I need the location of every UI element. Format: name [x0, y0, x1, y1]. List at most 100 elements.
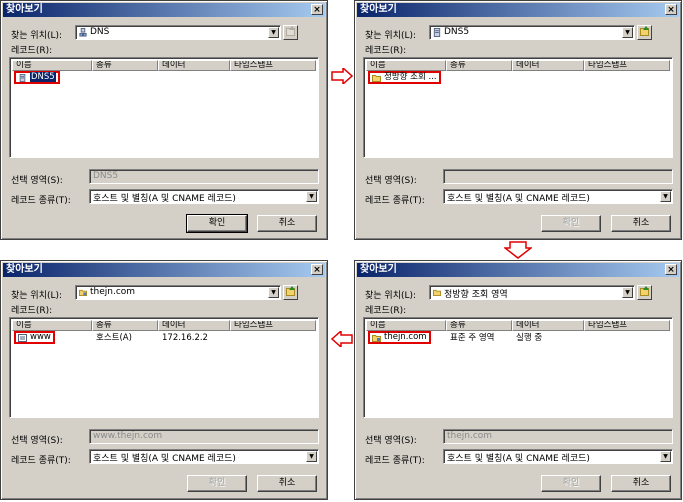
cancel-button[interactable]: 취소	[611, 475, 671, 492]
cancel-button[interactable]: 취소	[611, 215, 671, 232]
column-header-timestamp[interactable]: 타임스탬프	[584, 320, 670, 331]
location-value: thejn.com	[90, 287, 136, 297]
close-icon: ×	[313, 265, 321, 275]
column-header-timestamp[interactable]: 타임스탬프	[230, 320, 316, 331]
chevron-down-icon[interactable]: ▼	[268, 27, 279, 38]
record-type-value: 호스트 및 별칭(A 및 CNAME 레코드)	[447, 454, 590, 464]
record-type-select[interactable]: 호스트 및 별칭(A 및 CNAME 레코드) ▼	[443, 449, 673, 464]
dialog-title: 찾아보기	[360, 264, 397, 275]
record-type-label: 레코드 종류(T):	[365, 196, 425, 206]
flow-arrow-down	[504, 241, 532, 259]
location-combobox[interactable]: DNS ▼	[75, 25, 281, 40]
close-button[interactable]: ×	[665, 264, 677, 275]
column-header-data[interactable]: 데이터	[512, 60, 584, 71]
selection-field[interactable]: DNS5	[89, 169, 319, 184]
column-header-name[interactable]: 이름	[366, 60, 446, 71]
close-icon: ×	[667, 5, 675, 15]
dialog-title: 찾아보기	[6, 4, 43, 15]
column-header-timestamp[interactable]: 타임스탬프	[230, 60, 316, 71]
flow-arrow-left	[331, 331, 353, 347]
location-combobox[interactable]: thejn.com ▼	[75, 285, 281, 300]
selection-label: 선택 영역(S):	[11, 436, 63, 446]
chevron-down-icon[interactable]: ▼	[622, 287, 633, 298]
location-label: 찾는 위치(L):	[11, 31, 63, 41]
folder-up-icon	[286, 286, 295, 296]
ok-button[interactable]: 확인	[541, 215, 601, 232]
list-item[interactable]: DNS5	[14, 71, 60, 84]
list-item-name: DNS5	[30, 72, 56, 82]
up-one-level-button[interactable]	[637, 285, 652, 300]
column-header-name[interactable]: 이름	[12, 60, 92, 71]
list-item[interactable]: thejn.com	[368, 331, 431, 344]
column-header-data[interactable]: 데이터	[158, 320, 230, 331]
close-button[interactable]: ×	[311, 4, 323, 15]
dialog-titlebar[interactable]: 찾아보기 ×	[357, 263, 679, 277]
folder-up-icon	[640, 286, 649, 296]
selection-field[interactable]: www.thejn.com	[89, 429, 319, 444]
cancel-button[interactable]: 취소	[257, 475, 317, 492]
chevron-down-icon[interactable]: ▼	[306, 191, 317, 202]
chevron-down-icon[interactable]: ▼	[622, 27, 633, 38]
column-header-type[interactable]: 종류	[92, 320, 158, 331]
up-one-level-button[interactable]	[283, 25, 298, 40]
location-value: DNS5	[444, 27, 470, 37]
column-header-type[interactable]: 종류	[446, 60, 512, 71]
record-type-label: 레코드 종류(T):	[11, 456, 71, 466]
column-header-name[interactable]: 이름	[12, 320, 92, 331]
dialog-title: 찾아보기	[6, 264, 43, 275]
column-header-timestamp[interactable]: 타임스탬프	[584, 60, 670, 71]
up-one-level-button[interactable]	[637, 25, 652, 40]
location-combobox[interactable]: 정방향 조회 영역 ▼	[429, 285, 635, 300]
selection-value: thejn.com	[447, 431, 493, 441]
column-header-type[interactable]: 종류	[446, 320, 512, 331]
records-label: 레코드(R):	[365, 46, 407, 56]
list-item-data: 172.16.2.2	[162, 333, 208, 343]
browse-dialog: 찾아보기 × 찾는 위치(L): 정방향 조회 영역 ▼ 레코드(R): 이름 …	[354, 260, 682, 500]
location-label: 찾는 위치(L):	[11, 291, 63, 301]
dialog-title: 찾아보기	[360, 4, 397, 15]
up-one-level-button[interactable]	[283, 285, 298, 300]
selection-value: www.thejn.com	[93, 431, 163, 441]
dialog-titlebar[interactable]: 찾아보기 ×	[357, 3, 679, 17]
records-list[interactable]: 이름 종류 데이터 타임스탬프 정방향 조회 ...	[363, 57, 673, 158]
location-combobox[interactable]: DNS5 ▼	[429, 25, 635, 40]
record-type-select[interactable]: 호스트 및 별칭(A 및 CNAME 레코드) ▼	[89, 449, 319, 464]
record-type-label: 레코드 종류(T):	[11, 196, 71, 206]
chevron-down-icon[interactable]: ▼	[306, 451, 317, 462]
records-list[interactable]: 이름 종류 데이터 타임스탬프 www 호스트(A) 172.16.2.2	[9, 317, 319, 418]
records-list[interactable]: 이름 종류 데이터 타임스탬프 DNS5	[9, 57, 319, 158]
selection-label: 선택 영역(S):	[365, 436, 417, 446]
browse-dialog: 찾아보기 × 찾는 위치(L): DNS5 ▼ 레코드(R): 이름 종류 데이…	[354, 0, 682, 240]
record-type-select[interactable]: 호스트 및 별칭(A 및 CNAME 레코드) ▼	[443, 189, 673, 204]
record-type-value: 호스트 및 별칭(A 및 CNAME 레코드)	[93, 194, 236, 204]
column-header-data[interactable]: 데이터	[158, 60, 230, 71]
flow-arrow-right	[331, 68, 353, 84]
chevron-down-icon[interactable]: ▼	[268, 287, 279, 298]
record-type-value: 호스트 및 별칭(A 및 CNAME 레코드)	[447, 194, 590, 204]
folder-up-icon	[640, 26, 649, 36]
records-list[interactable]: 이름 종류 데이터 타임스탬프 thejn.com 표준 주 영역 실행 중	[363, 317, 673, 418]
selection-field[interactable]: thejn.com	[443, 429, 673, 444]
column-header-name[interactable]: 이름	[366, 320, 446, 331]
dialog-titlebar[interactable]: 찾아보기 ×	[3, 263, 325, 277]
ok-button[interactable]: 확인	[187, 475, 247, 492]
selection-field[interactable]	[443, 169, 673, 184]
chevron-down-icon[interactable]: ▼	[660, 191, 671, 202]
close-button[interactable]: ×	[311, 264, 323, 275]
ok-button[interactable]: 확인	[541, 475, 601, 492]
chevron-down-icon[interactable]: ▼	[660, 451, 671, 462]
column-header-data[interactable]: 데이터	[512, 320, 584, 331]
list-item[interactable]: 정방향 조회 ...	[368, 71, 441, 84]
list-item-name: thejn.com	[384, 332, 427, 342]
browse-dialog: 찾아보기 × 찾는 위치(L): thejn.com ▼ 레코드(R): 이름 …	[0, 260, 328, 500]
ok-button[interactable]: 확인	[186, 214, 248, 233]
close-button[interactable]: ×	[665, 4, 677, 15]
column-header-type[interactable]: 종류	[92, 60, 158, 71]
cancel-button[interactable]: 취소	[257, 215, 317, 232]
selection-value: DNS5	[93, 171, 119, 181]
location-label: 찾는 위치(L):	[365, 291, 417, 301]
record-type-select[interactable]: 호스트 및 별칭(A 및 CNAME 레코드) ▼	[89, 189, 319, 204]
list-item[interactable]: www	[14, 331, 55, 344]
dialog-titlebar[interactable]: 찾아보기 ×	[3, 3, 325, 17]
location-value: DNS	[90, 27, 110, 37]
